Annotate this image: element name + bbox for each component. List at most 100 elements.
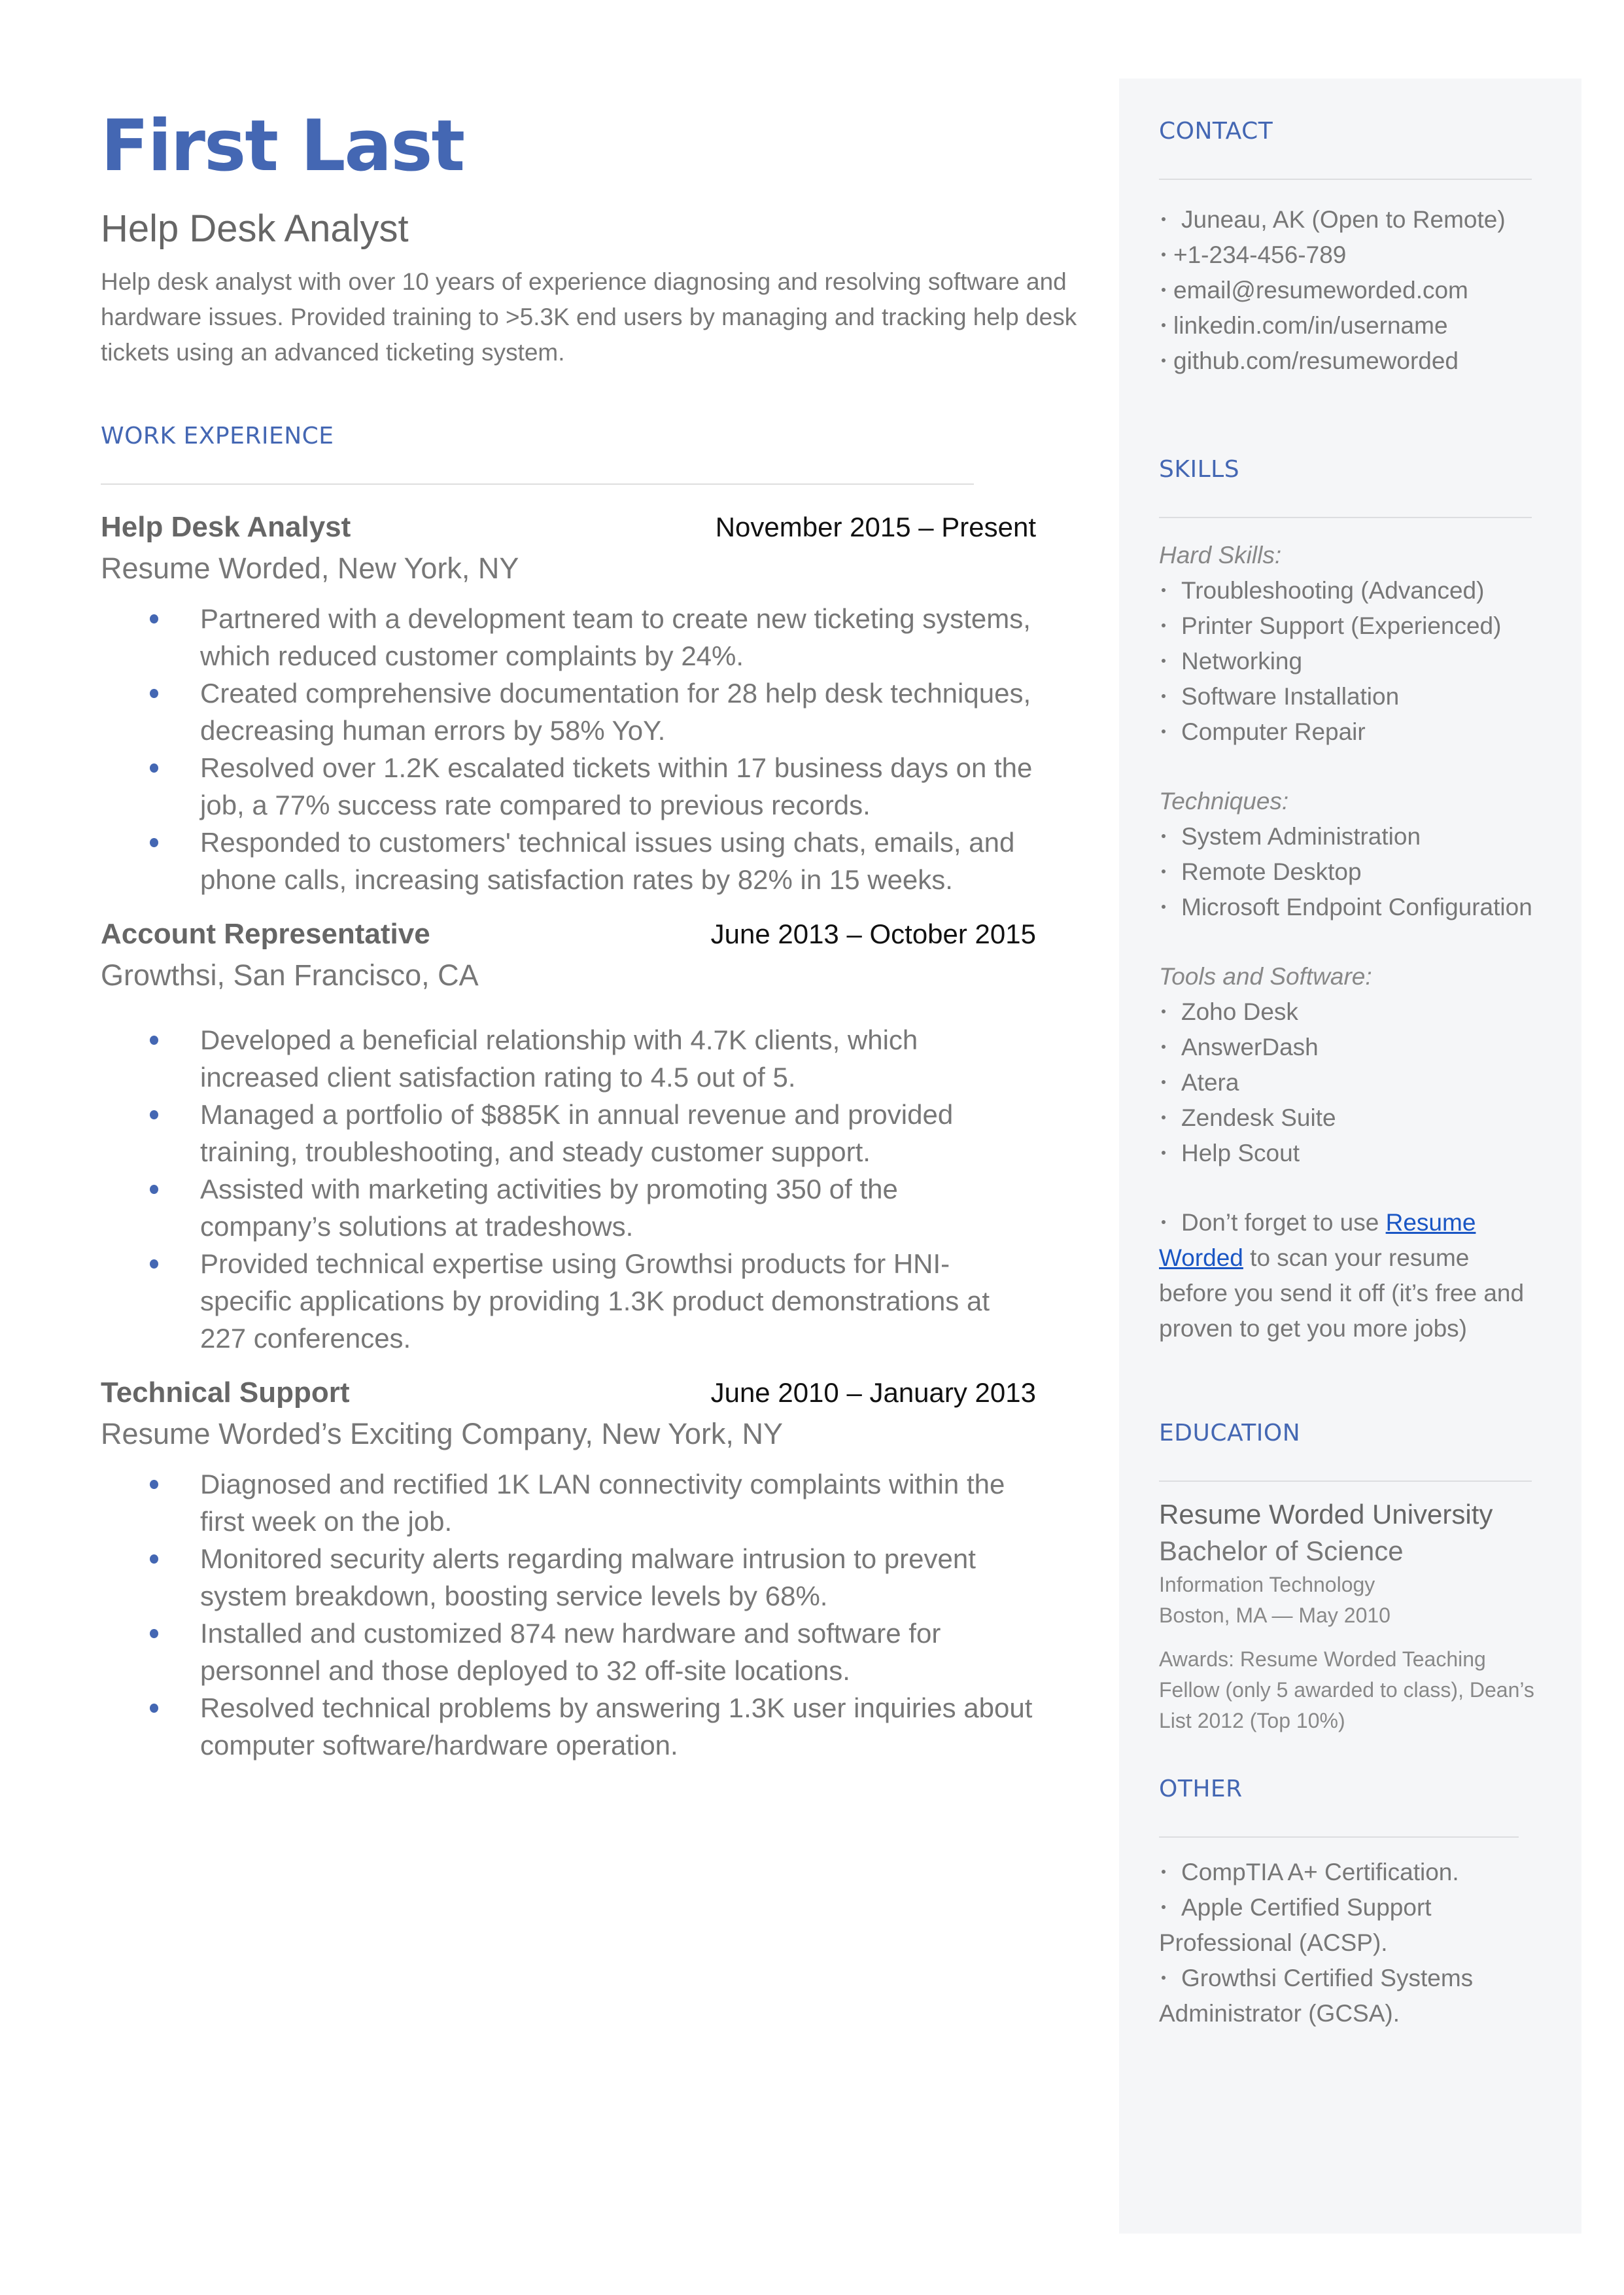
- contact-email[interactable]: email@resumeworded.com: [1159, 273, 1538, 308]
- sidebar-content: CONTACT Juneau, AK (Open to Remote) +1-2…: [1159, 79, 1538, 2031]
- job-bullets: Partnered with a development team to cre…: [101, 600, 1036, 898]
- resume-worded-tip: Don’t forget to use Resume Worded to sca…: [1159, 1209, 1525, 1342]
- bullet-dot-icon: [150, 1703, 158, 1713]
- bullet-icon: [1162, 659, 1166, 663]
- job-company: Growthsi, San Francisco, CA: [101, 958, 479, 992]
- hard-skills-label: Hard Skills:: [1159, 542, 1282, 569]
- skill-item: Computer Repair: [1159, 714, 1538, 750]
- contact-linkedin[interactable]: linkedin.com/in/username: [1159, 308, 1538, 343]
- bullet-icon: [1162, 1045, 1166, 1049]
- education-degree: Bachelor of Science: [1159, 1535, 1404, 1566]
- job-bullet: Partnered with a development team to cre…: [101, 600, 1036, 674]
- job-company: Resume Worded, New York, NY: [101, 551, 519, 585]
- education-divider: [1159, 1480, 1532, 1482]
- bullet-dot-icon: [150, 1259, 158, 1269]
- bullet-icon: [1162, 623, 1166, 628]
- candidate-name: First Last: [101, 105, 465, 187]
- bullet-icon: [1162, 359, 1166, 363]
- work-experience-heading: WORK EXPERIENCE: [101, 422, 334, 449]
- tool-item: Atera: [1159, 1065, 1538, 1100]
- job-bullet: Resolved technical problems by answering…: [101, 1689, 1036, 1764]
- bullet-icon: [1162, 694, 1166, 699]
- bullet-icon: [1162, 1115, 1166, 1120]
- bullet-icon: [1162, 905, 1166, 909]
- main-column: First Last Help Desk Analyst Help desk a…: [101, 105, 1077, 1764]
- contact-phone[interactable]: +1-234-456-789: [1159, 237, 1538, 273]
- bullet-icon: [1162, 288, 1166, 292]
- job-header: Technical Support June 2010 – January 20…: [101, 1376, 1036, 1409]
- contact-location: Juneau, AK (Open to Remote): [1159, 202, 1538, 237]
- skill-item: Printer Support (Experienced): [1159, 608, 1538, 644]
- job-bullet: Created comprehensive documentation for …: [101, 674, 1036, 749]
- bullet-icon: [1162, 729, 1166, 734]
- bullet-text: Partnered with a development team to cre…: [200, 603, 1031, 671]
- techniques-label: Techniques:: [1159, 788, 1289, 815]
- bullet-icon: [1162, 323, 1166, 328]
- job-bullet: Assisted with marketing activities by pr…: [101, 1170, 1036, 1245]
- skill-item: Troubleshooting (Advanced): [1159, 573, 1538, 608]
- bullet-dot-icon: [150, 1184, 158, 1194]
- bullet-dot-icon: [150, 837, 158, 847]
- job-dates: June 2010 – January 2013: [710, 1376, 1036, 1408]
- job-dates: November 2015 – Present: [715, 511, 1036, 542]
- bullet-icon: [1162, 869, 1166, 874]
- bullet-dot-icon: [150, 1628, 158, 1638]
- bullet-icon: [1162, 1905, 1166, 1910]
- skills-divider: [1159, 517, 1532, 518]
- job-dates: June 2013 – October 2015: [710, 918, 1036, 949]
- techniques-list: System Administration Remote Desktop Mic…: [1159, 819, 1538, 925]
- hard-skills-list: Troubleshooting (Advanced) Printer Suppo…: [1159, 573, 1538, 750]
- bullet-text: Diagnosed and rectified 1K LAN connectiv…: [200, 1468, 1005, 1537]
- summary: Help desk analyst with over 10 years of …: [101, 268, 1077, 366]
- bullet-icon: [1162, 217, 1166, 222]
- other-list: CompTIA A+ Certification. Apple Certifie…: [1159, 1855, 1499, 2031]
- bullet-text: Resolved over 1.2K escalated tickets wit…: [200, 752, 1033, 820]
- bullet-text: Managed a portfolio of $885K in annual r…: [200, 1098, 954, 1167]
- skills-heading: SKILLS: [1159, 456, 1240, 483]
- bullet-icon: [1162, 253, 1166, 257]
- bullet-text: Assisted with marketing activities by pr…: [200, 1173, 898, 1242]
- job-bullet: Developed a beneficial relationship with…: [101, 1021, 1036, 1096]
- job-bullet: Provided technical expertise using Growt…: [101, 1245, 1036, 1357]
- tool-item: AnswerDash: [1159, 1030, 1538, 1065]
- bullet-icon: [1162, 1151, 1166, 1155]
- bullet-icon: [1162, 1976, 1166, 1980]
- other-item: Growthsi Certified Systems Administrator…: [1159, 1965, 1474, 2027]
- other-heading: OTHER: [1159, 1776, 1243, 1802]
- job-bullet: Monitored security alerts regarding malw…: [101, 1540, 1036, 1615]
- technique-item: System Administration: [1159, 819, 1538, 854]
- bullet-icon: [1162, 1080, 1166, 1085]
- bullet-dot-icon: [150, 688, 158, 698]
- contact-divider: [1159, 179, 1532, 180]
- other-item: Apple Certified Support Professional (AC…: [1159, 1894, 1432, 1956]
- education-awards: Awards: Resume Worded Teaching Fellow (o…: [1159, 1647, 1534, 1732]
- work-experience-divider: [101, 483, 974, 485]
- sidebar: CONTACT Juneau, AK (Open to Remote) +1-2…: [1119, 79, 1581, 2234]
- job-entry: Account Representative June 2013 – Octob…: [101, 918, 1036, 1357]
- job-entry: Technical Support June 2010 – January 20…: [101, 1376, 1036, 1764]
- bullet-icon: [1162, 1009, 1166, 1014]
- education-field: Information Technology: [1159, 1573, 1375, 1596]
- bullet-text: Resolved technical problems by answering…: [200, 1692, 1033, 1761]
- job-title: Help Desk Analyst: [101, 510, 351, 543]
- job-header: Help Desk Analyst November 2015 – Presen…: [101, 511, 1036, 544]
- job-entry: Help Desk Analyst November 2015 – Presen…: [101, 511, 1036, 898]
- job-bullet: Installed and customized 874 new hardwar…: [101, 1615, 1036, 1689]
- bullet-dot-icon: [150, 1479, 158, 1489]
- job-title: Account Representative: [101, 917, 430, 950]
- bullet-text: Responded to customers' technical issues…: [200, 826, 1015, 895]
- skill-item: Software Installation: [1159, 679, 1538, 714]
- job-bullet: Diagnosed and rectified 1K LAN connectiv…: [101, 1465, 1036, 1540]
- tools-label: Tools and Software:: [1159, 963, 1372, 990]
- tool-item: Zoho Desk: [1159, 994, 1538, 1030]
- education-school: Resume Worded University: [1159, 1499, 1493, 1530]
- bullet-dot-icon: [150, 1110, 158, 1119]
- bullet-icon: [1162, 1220, 1166, 1225]
- contact-list: Juneau, AK (Open to Remote) +1-234-456-7…: [1159, 202, 1538, 379]
- bullet-icon: [1162, 834, 1166, 839]
- tools-list: Zoho Desk AnswerDash Atera Zendesk Suite…: [1159, 994, 1538, 1171]
- job-bullets: Diagnosed and rectified 1K LAN connectiv…: [101, 1465, 1036, 1764]
- contact-github[interactable]: github.com/resumeworded: [1159, 343, 1538, 379]
- technique-item: Microsoft Endpoint Configuration: [1159, 890, 1538, 925]
- candidate-role: Help Desk Analyst: [101, 207, 409, 250]
